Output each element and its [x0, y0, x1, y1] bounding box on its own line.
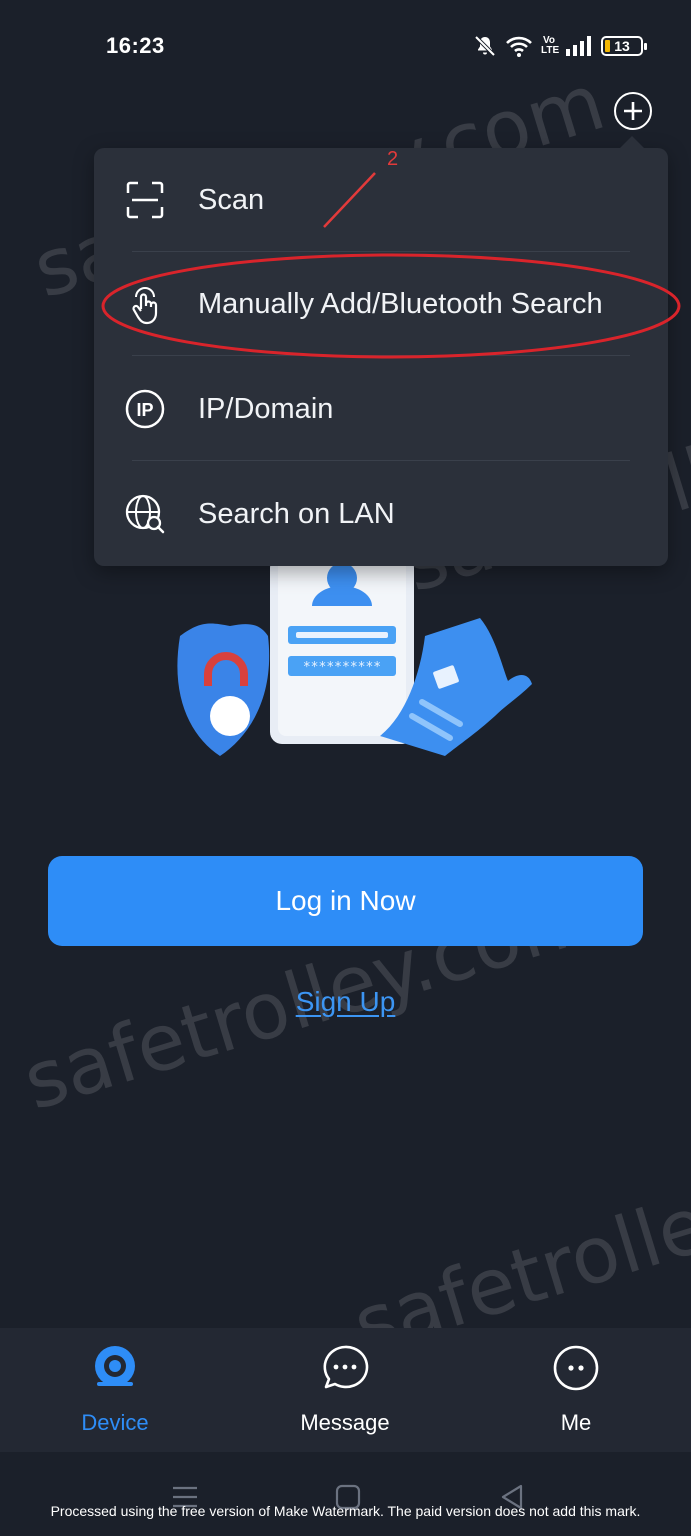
volte-icon: Vo LTE — [541, 35, 560, 56]
menu-item-label: IP/Domain — [198, 392, 334, 425]
hand-pointer-icon — [132, 287, 158, 325]
status-bar: 16:23 Vo LTE 13 — [0, 0, 691, 92]
tab-me[interactable]: Me — [461, 1328, 691, 1452]
chat-bubble-icon — [323, 1345, 369, 1389]
add-device-button[interactable] — [614, 92, 652, 130]
battery-level-fill — [605, 40, 610, 52]
menu-item-label: Scan — [198, 183, 265, 216]
wifi-icon — [506, 36, 532, 57]
menu-divider — [132, 355, 630, 356]
annotation-number: 2 — [387, 148, 399, 170]
status-icons: Vo LTE 13 — [473, 32, 647, 60]
status-time: 16:23 — [106, 33, 165, 58]
tab-device[interactable]: Device — [0, 1328, 230, 1452]
tab-label: Message — [300, 1410, 390, 1435]
tab-label: Me — [560, 1410, 592, 1435]
login-illustration: ********** — [177, 566, 532, 756]
svg-text:IP: IP — [136, 400, 153, 420]
tab-label: Device — [81, 1410, 149, 1435]
signal-icon — [566, 36, 591, 56]
watermark-notice: Processed using the free version of Make… — [50, 1503, 641, 1519]
password-mask: ********** — [303, 660, 381, 675]
menu-divider — [132, 460, 630, 461]
tab-message[interactable]: Message — [230, 1328, 460, 1452]
signup-link-container: Sign Up — [0, 986, 691, 1018]
plus-circle-icon — [624, 102, 642, 120]
add-device-menu: Scan Manually Add/Bluetooth Search IP IP… — [94, 136, 668, 566]
profile-face-icon — [553, 1345, 599, 1391]
notifications-off-icon — [474, 35, 496, 57]
login-button[interactable]: Log in Now — [48, 856, 643, 946]
signup-link[interactable]: Sign Up — [296, 986, 396, 1017]
bottom-tab-bar: Device Message Me — [0, 1328, 691, 1452]
globe-search-icon — [125, 494, 165, 534]
menu-item-label: Manually Add/Bluetooth Search — [198, 287, 603, 320]
camera-icon — [95, 1346, 135, 1386]
menu-item-scan[interactable]: Scan — [94, 148, 668, 252]
menu-item-ip-domain[interactable]: IP IP/Domain — [94, 357, 668, 461]
battery-icon: 13 — [601, 36, 647, 56]
scan-icon — [126, 181, 164, 219]
menu-item-manual-add[interactable]: Manually Add/Bluetooth Search — [94, 252, 668, 356]
ip-icon: IP — [125, 389, 165, 429]
menu-item-label: Search on LAN — [198, 497, 395, 530]
menu-item-search-lan[interactable]: Search on LAN — [94, 462, 668, 566]
system-navigation-bar — [0, 1452, 691, 1536]
battery-level: 13 — [614, 38, 630, 54]
